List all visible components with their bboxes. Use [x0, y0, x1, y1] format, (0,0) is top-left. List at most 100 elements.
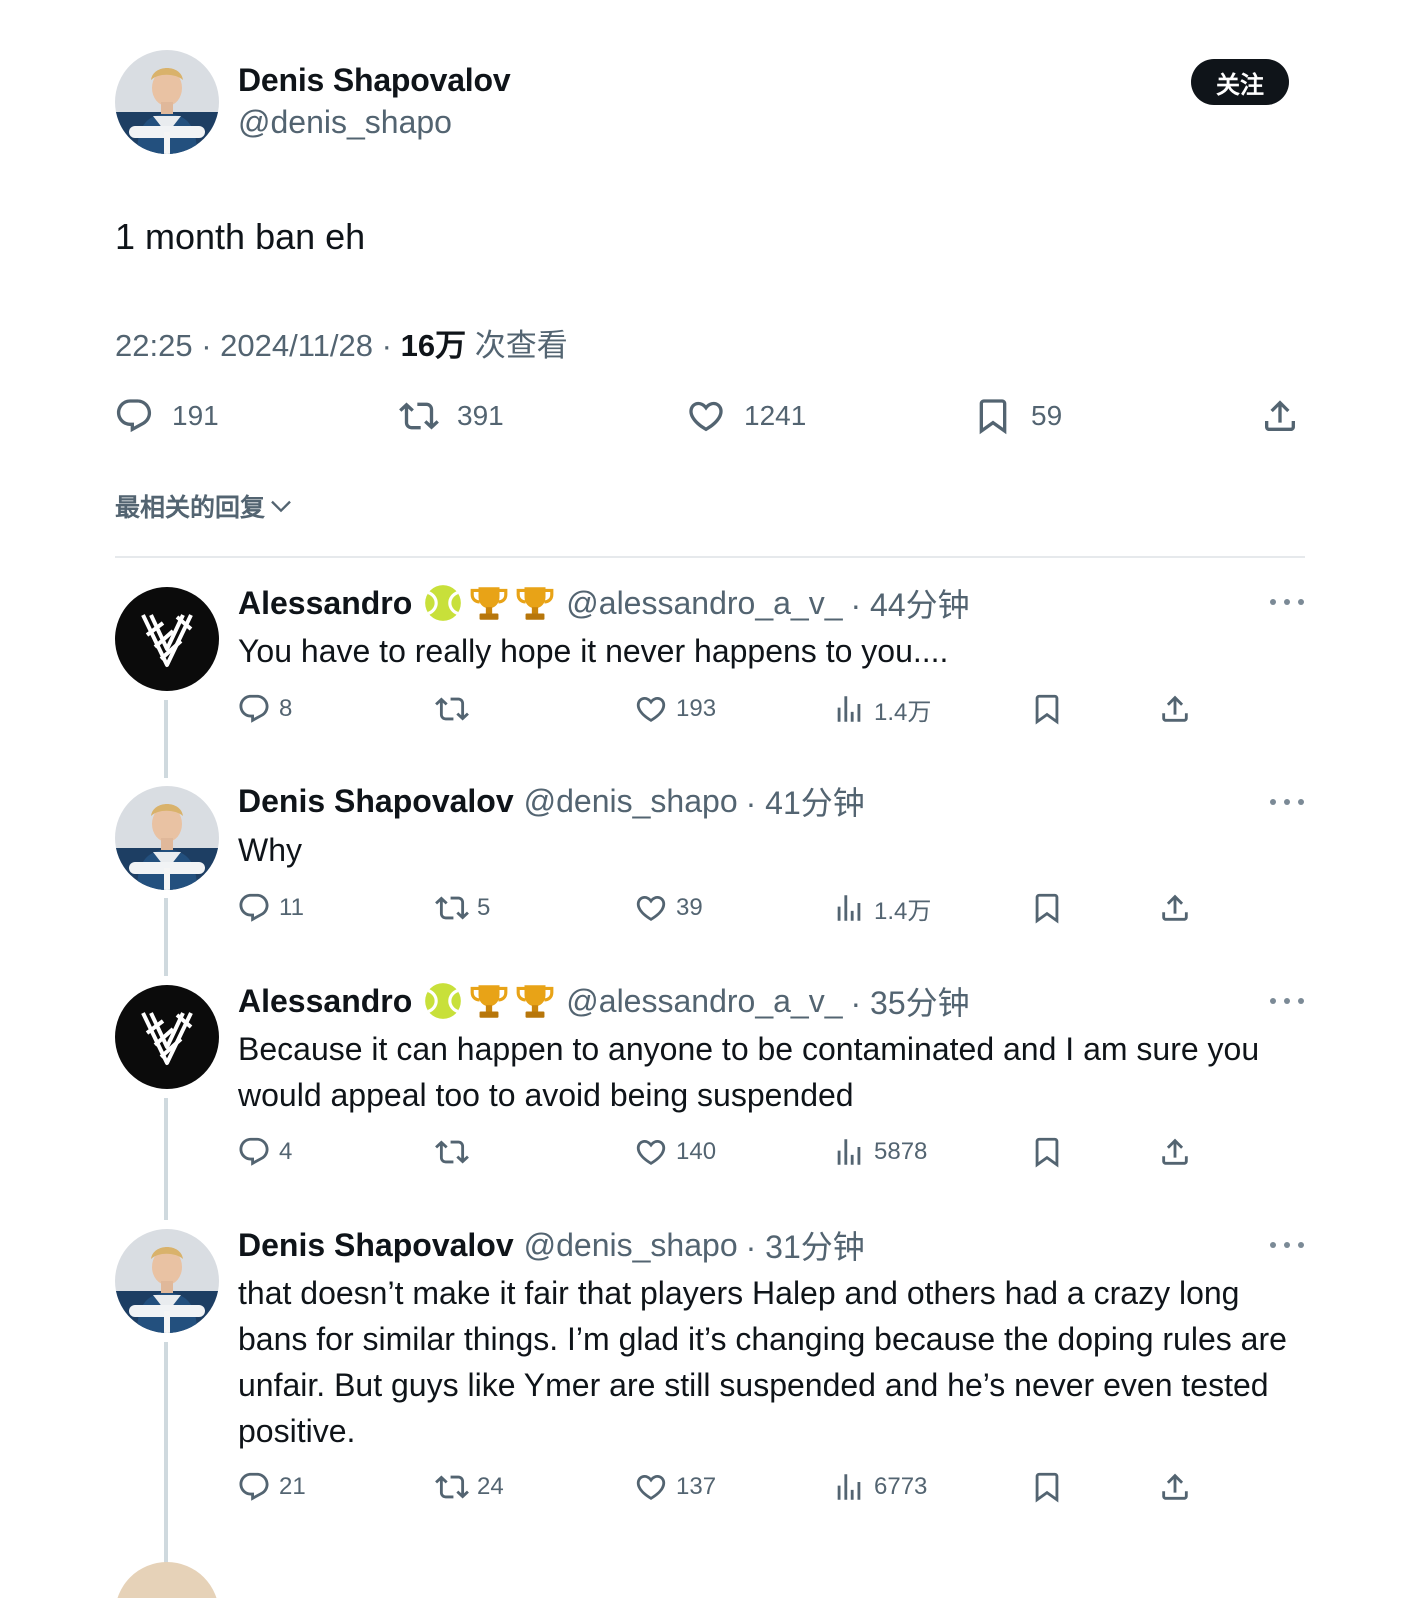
reply-avatar[interactable]: [115, 587, 219, 691]
bookmark-button[interactable]: [1030, 1132, 1072, 1172]
reply-avatar[interactable]: [115, 1229, 219, 1333]
views-icon: [832, 692, 866, 726]
like-button[interactable]: 39: [634, 888, 703, 928]
retweet-button[interactable]: 24: [435, 1467, 504, 1507]
more-icon[interactable]: [1270, 796, 1304, 808]
retweet-icon: [435, 1470, 469, 1504]
more-icon[interactable]: [1270, 995, 1304, 1007]
tweet-date[interactable]: 2024/11/28: [220, 328, 373, 363]
reply-author-name[interactable]: Alessandro: [238, 585, 412, 622]
share-icon: [1158, 692, 1192, 726]
reply-icon: [237, 1470, 271, 1504]
tweet-time[interactable]: 22:25: [115, 328, 193, 363]
reply-author-handle[interactable]: @alessandro_a_v_: [566, 983, 842, 1020]
reply-time[interactable]: · 41分钟: [746, 778, 865, 824]
retweet-icon: [435, 891, 469, 925]
reply-author-name[interactable]: Alessandro: [238, 983, 412, 1020]
tennis-ball-emoji: [422, 582, 464, 624]
reply-time[interactable]: · 35分钟: [851, 978, 970, 1024]
like-button[interactable]: 193: [634, 689, 716, 729]
more-icon[interactable]: [1270, 596, 1304, 608]
bookmark-button[interactable]: 59: [973, 392, 1062, 440]
reply-author-handle[interactable]: @denis_shapo: [524, 1227, 738, 1264]
views-button[interactable]: 1.4万: [832, 888, 931, 928]
trophy-emoji: [468, 980, 510, 1022]
views-icon: [832, 1470, 866, 1504]
reply-button[interactable]: 191: [114, 392, 219, 440]
retweet-icon: [399, 396, 439, 436]
reply-time[interactable]: · 31分钟: [746, 1222, 865, 1268]
retweet-button[interactable]: [435, 1132, 477, 1172]
share-button[interactable]: [1260, 392, 1318, 440]
reply-icon: [237, 692, 271, 726]
follow-button[interactable]: 关注: [1191, 59, 1289, 105]
reply-text: You have to really hope it never happens…: [238, 633, 949, 669]
reply-icon: [237, 891, 271, 925]
tweet-meta: 22:25 · 2024/11/28 · 16万 次查看: [115, 328, 568, 363]
views-button[interactable]: 1.4万: [832, 689, 931, 729]
views-button[interactable]: 6773: [832, 1467, 927, 1507]
like-button[interactable]: 1241: [686, 392, 806, 440]
more-icon[interactable]: [1270, 1239, 1304, 1251]
reply-author-name[interactable]: Denis Shapovalov: [238, 1227, 514, 1264]
views-count: 16万: [400, 328, 467, 363]
like-button[interactable]: 137: [634, 1467, 716, 1507]
heart-icon: [686, 396, 726, 436]
reply-text: Why: [238, 832, 302, 868]
next-reply-avatar-partial[interactable]: [115, 1562, 219, 1598]
name-emojis: [422, 980, 556, 1022]
views-button[interactable]: 5878: [832, 1132, 927, 1172]
reply-button[interactable]: 21: [237, 1467, 306, 1507]
share-button[interactable]: [1158, 689, 1200, 729]
reply-author-name[interactable]: Denis Shapovalov: [238, 783, 514, 820]
share-icon: [1158, 891, 1192, 925]
author-name[interactable]: Denis Shapovalov: [238, 62, 511, 99]
share-button[interactable]: [1158, 888, 1200, 928]
reply-sort-dropdown[interactable]: 最相关的回复: [115, 488, 295, 524]
trophy-emoji: [468, 582, 510, 624]
name-emojis: [422, 582, 556, 624]
tweet-text: 1 month ban eh: [115, 216, 366, 257]
reply-button[interactable]: 8: [237, 689, 292, 729]
chevron-down-icon: [267, 492, 295, 520]
reply-button[interactable]: 4: [237, 1132, 292, 1172]
reply-header: Denis Shapovalov @denis_shapo · 41分钟: [238, 780, 865, 822]
tennis-ball-emoji: [422, 980, 464, 1022]
trophy-emoji: [514, 582, 556, 624]
reply-avatar[interactable]: [115, 786, 219, 890]
tweet-action-bar: 191 391 1241 59: [0, 392, 1416, 440]
reply-author-handle[interactable]: @denis_shapo: [524, 783, 738, 820]
bookmark-button[interactable]: [1030, 1467, 1072, 1507]
author-avatar[interactable]: [115, 50, 219, 154]
share-button[interactable]: [1158, 1132, 1200, 1172]
reply-time[interactable]: · 44分钟: [851, 580, 970, 626]
heart-icon: [634, 1470, 668, 1504]
reply-avatar[interactable]: [115, 985, 219, 1089]
reply-icon: [114, 396, 154, 436]
author-handle[interactable]: @denis_shapo: [238, 104, 452, 141]
like-button[interactable]: 140: [634, 1132, 716, 1172]
retweet-button[interactable]: [435, 689, 477, 729]
reply-button[interactable]: 11: [237, 888, 304, 928]
reply-text: Because it can happen to anyone to be co…: [238, 1031, 1260, 1113]
bookmark-button[interactable]: [1030, 689, 1072, 729]
share-icon: [1260, 396, 1300, 436]
trophy-emoji: [514, 980, 556, 1022]
reply-header: Alessandro @alessandro_a_v_ · 44分钟: [238, 580, 970, 626]
reply-header: Alessandro @alessandro_a_v_ · 35分钟: [238, 978, 970, 1024]
reply-text: that doesn’t make it fair that players H…: [238, 1275, 1287, 1449]
reply-action-bar: 4 140 5878: [0, 1132, 1416, 1172]
views-label: 次查看: [474, 328, 568, 363]
heart-icon: [634, 1135, 668, 1169]
heart-icon: [634, 891, 668, 925]
bookmark-button[interactable]: [1030, 888, 1072, 928]
views-icon: [832, 891, 866, 925]
share-button[interactable]: [1158, 1467, 1200, 1507]
bookmark-icon: [1030, 1470, 1064, 1504]
retweet-button[interactable]: 5: [435, 888, 490, 928]
reply-action-bar: 8 193 1.4万: [0, 689, 1416, 729]
retweet-button[interactable]: 391: [399, 392, 504, 440]
reply-action-bar: 11 5 39 1.4万: [0, 888, 1416, 928]
share-icon: [1158, 1470, 1192, 1504]
reply-author-handle[interactable]: @alessandro_a_v_: [566, 585, 842, 622]
